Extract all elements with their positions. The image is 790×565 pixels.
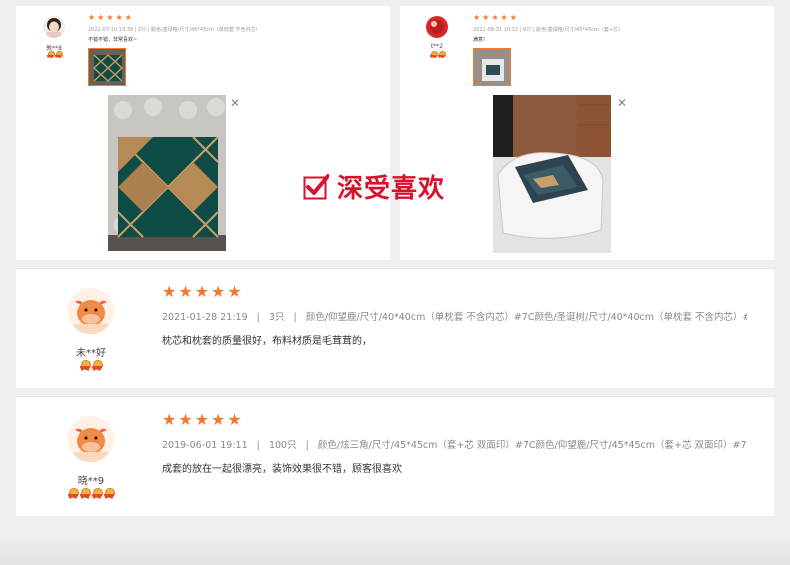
medal-icon	[104, 488, 115, 499]
review-spec: 颜色/墨绿格/尺寸/45*45cm（套+芯）	[536, 27, 624, 33]
review-thumbnail[interactable]	[88, 48, 126, 86]
reviewer-nickname: 未**好	[76, 348, 106, 359]
star-icon: ★	[211, 282, 226, 301]
review-text: 不错不错，非常喜欢~	[88, 37, 138, 43]
star-icon: ★	[194, 410, 210, 429]
avatar[interactable]	[426, 16, 448, 38]
medal-icon	[92, 488, 103, 499]
review-date: 2019-06-01 19:11	[162, 440, 248, 451]
avatar[interactable]	[68, 288, 114, 334]
banner: 深受喜欢	[303, 168, 445, 205]
review-qty: 100只	[268, 440, 297, 451]
review-text: 成套的放在一起很漂亮，装饰效果很不错，顾客很喜欢	[162, 464, 402, 475]
rating-stars: ★ ★ ★ ★ ★	[162, 284, 242, 300]
star-icon: ★	[500, 13, 508, 22]
avatar[interactable]	[68, 416, 114, 462]
close-icon[interactable]: ✕	[230, 97, 240, 109]
reviewer-nickname: t**2	[430, 43, 444, 50]
member-medals	[56, 360, 126, 371]
medal-icon	[80, 360, 91, 371]
review-text: 满意!	[473, 37, 486, 43]
star-icon: ★	[194, 282, 210, 301]
review-card-1: 敦**8 ★ ★ ★ ★ ★ 2021-07-10 19:39 | 2只 | 颜…	[16, 6, 390, 260]
review-spec: 颜色/炫三角/尺寸/45*45cm（套+芯 双面印）#7C颜色/仰望鹿/尺寸/4…	[317, 440, 747, 451]
member-medals	[421, 51, 453, 58]
close-icon[interactable]: ✕	[617, 97, 627, 109]
star-icon: ★	[482, 13, 490, 22]
medal-icon	[55, 51, 63, 58]
review-date: 2021-08-31 10:32	[473, 27, 519, 33]
review-card-2: t**2 ★ ★ ★ ★ ★ 2021-08-31 10:32 | 8只 | 颜…	[400, 6, 774, 260]
medal-icon	[430, 51, 438, 58]
medal-icon	[47, 51, 55, 58]
footer-shade	[0, 540, 790, 565]
review-thumbnail[interactable]	[473, 48, 511, 86]
star-icon: ★	[227, 410, 242, 429]
review-meta: 2021-07-10 19:39 | 2只 | 颜色/墨绿格/尺寸/45*45c…	[88, 27, 261, 33]
rating-stars: ★ ★ ★ ★ ★	[88, 14, 132, 22]
review-card-3: 未**好 ★ ★ ★ ★ ★ 2021-01-28 21:19 | 3只 | 颜…	[16, 268, 774, 388]
member-medals	[56, 488, 126, 499]
medal-icon	[438, 51, 446, 58]
star-icon: ★	[178, 282, 193, 301]
star-icon: ★	[162, 282, 177, 301]
rating-stars: ★ ★ ★ ★ ★	[473, 14, 517, 22]
star-icon: ★	[509, 13, 517, 22]
star-icon: ★	[115, 13, 123, 22]
star-icon: ★	[124, 13, 132, 22]
review-qty: 3只	[268, 312, 285, 323]
check-icon	[303, 173, 329, 199]
review-spec: 颜色/仰望鹿/尺寸/40*40cm（单枕套 不含内芯）#7C颜色/圣诞树/尺寸/…	[305, 312, 747, 323]
member-medals	[38, 51, 70, 58]
review-meta: 2021-01-28 21:19 | 3只 | 颜色/仰望鹿/尺寸/40*40c…	[162, 309, 747, 323]
review-meta: 2021-08-31 10:32 | 8只 | 颜色/墨绿格/尺寸/45*45c…	[473, 27, 624, 33]
star-icon: ★	[106, 13, 114, 22]
star-icon: ★	[473, 13, 481, 22]
review-date: 2021-01-28 21:19	[162, 312, 248, 323]
rating-stars: ★ ★ ★ ★ ★	[162, 412, 242, 428]
star-icon: ★	[178, 410, 193, 429]
review-qty: 2只	[137, 27, 147, 33]
star-icon: ★	[162, 410, 177, 429]
star-icon: ★	[97, 13, 105, 22]
avatar[interactable]	[43, 16, 65, 38]
review-qty: 8只	[522, 27, 532, 33]
star-icon: ★	[227, 282, 242, 301]
medal-icon	[80, 488, 91, 499]
star-icon: ★	[88, 13, 96, 22]
medal-icon	[92, 360, 103, 371]
review-meta: 2019-06-01 19:11 | 100只 | 颜色/炫三角/尺寸/45*4…	[162, 437, 747, 451]
banner-text: 深受喜欢	[337, 174, 446, 204]
star-icon: ★	[211, 410, 226, 429]
review-photo-preview	[108, 95, 226, 251]
reviewer-nickname: 晓**9	[77, 476, 105, 487]
review-spec: 颜色/墨绿格/尺寸/45*45cm（单枕套 不含内芯）	[151, 27, 261, 33]
review-photo-preview	[493, 95, 611, 253]
review-date: 2021-07-10 19:39	[88, 27, 134, 33]
review-card-4: 晓**9 ★ ★ ★ ★ ★ 2019-06-01 19:11 | 100只 |…	[16, 396, 774, 516]
star-icon: ★	[491, 13, 499, 22]
medal-icon	[68, 488, 79, 499]
review-text: 枕芯和枕套的质量很好，布料材质是毛茸茸的，	[162, 336, 372, 347]
